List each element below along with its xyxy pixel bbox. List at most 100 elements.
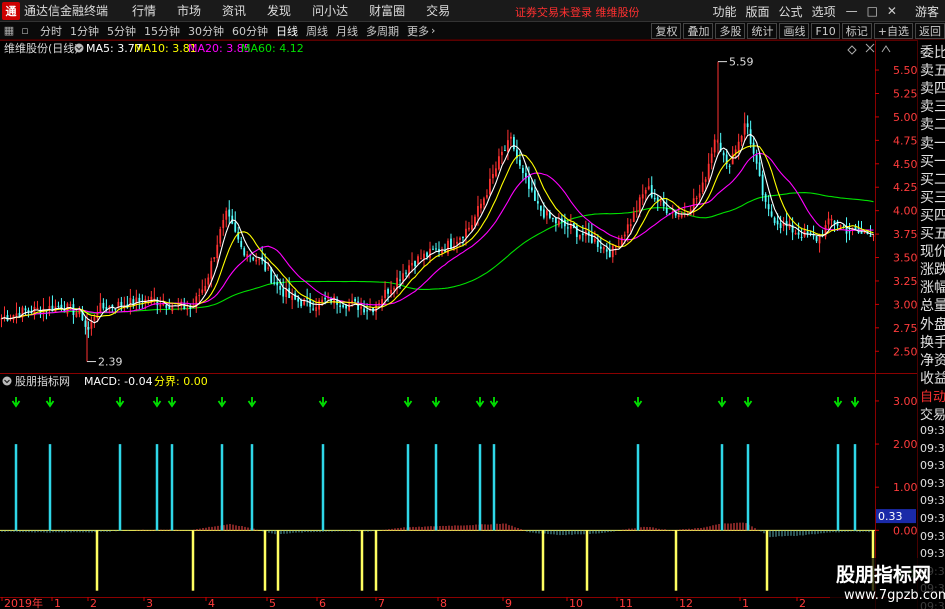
quote-field-label: 卖五 (920, 63, 945, 80)
candle-body (93, 317, 96, 321)
toolbar-button[interactable]: +自选 (873, 23, 913, 39)
square-icon[interactable]: ▫ (18, 24, 32, 37)
diamond-icon[interactable] (847, 45, 857, 55)
menu-right-item[interactable]: 功能 (713, 3, 737, 20)
quote-field-label: 买三 (920, 189, 945, 206)
candle-body (710, 153, 713, 163)
candlesticks (0, 61, 875, 362)
layout-grid-icon[interactable]: ▦ (2, 24, 16, 37)
app-logo-icon: 通 (2, 1, 20, 20)
period-tab[interactable]: 日线 (276, 23, 298, 39)
period-tab[interactable]: 30分钟 (188, 23, 224, 39)
close-icon[interactable]: ✕ (887, 4, 897, 18)
menu-right-item[interactable]: 选项 (812, 3, 836, 20)
guest-label[interactable]: 游客 (915, 3, 939, 20)
candle-body (315, 307, 318, 312)
period-tab[interactable]: 1分钟 (70, 23, 99, 39)
menu-item[interactable]: 发现 (267, 2, 291, 19)
candle-body (387, 289, 389, 294)
candle-body (435, 248, 437, 250)
period-tab[interactable]: 15分钟 (144, 23, 180, 39)
candle-body (566, 227, 569, 229)
candle-body (207, 277, 210, 285)
toolbar-button[interactable]: 叠加 (683, 23, 714, 39)
menu-item[interactable]: 交易 (426, 2, 450, 19)
candle-body (219, 229, 222, 244)
candle-body (273, 282, 276, 284)
period-tab[interactable]: 5分钟 (107, 23, 136, 39)
quote-field-label: 买二 (920, 171, 945, 188)
restore-icon[interactable]: □ (867, 4, 878, 18)
candle-body (581, 233, 584, 236)
period-tab[interactable]: 分时 (40, 23, 62, 39)
indicator-panel (0, 397, 875, 591)
period-toolbar: ▦ ▫ 分时 1分钟 5分钟 15分钟 30分钟 60分钟 日线 周线 月线 多周期 更多 › 复权… (0, 22, 945, 40)
quote-field-label: 涨跌 (920, 262, 945, 279)
candle-body (749, 129, 752, 145)
period-tab[interactable]: 多周期 (366, 23, 399, 39)
indicator-settings-icon[interactable] (2, 376, 12, 386)
candle-body (539, 205, 542, 211)
candle-body (722, 152, 725, 156)
settings-icon[interactable] (74, 43, 84, 53)
buy-arrow-icon (833, 397, 843, 408)
menu-item[interactable]: 行情 (132, 2, 156, 19)
candle-body (423, 253, 425, 259)
period-tab[interactable]: 月线 (336, 23, 358, 39)
candle-body (228, 209, 231, 217)
candle-body (102, 302, 105, 309)
high-price-label: 5.59 (729, 56, 754, 69)
toolbar-button[interactable]: 复权 (651, 23, 682, 39)
candle-body (773, 217, 776, 223)
auto-trade-label[interactable]: 自动 (920, 386, 945, 405)
candle-body (420, 258, 422, 260)
candle-body (644, 190, 647, 194)
login-notice[interactable]: 证券交易未登录 维维股份 (515, 4, 640, 20)
candle-body (357, 301, 359, 310)
trade-time: 09:32 (920, 494, 945, 508)
close-chart-icon[interactable] (865, 43, 875, 53)
indicator-tick-label: 2.00 (893, 438, 917, 451)
candle-body (186, 308, 189, 310)
x-axis-label: 9 (505, 597, 512, 609)
ma10-line (1, 145, 874, 320)
trade-label[interactable]: 交易 (920, 404, 945, 423)
period-tab[interactable]: 周线 (306, 23, 328, 39)
candle-body (471, 225, 473, 230)
candle-body (390, 289, 392, 294)
menu-item[interactable]: 财富圈 (369, 2, 405, 19)
candle-body (545, 210, 548, 216)
buy-arrow-icon (489, 397, 499, 408)
menu-right-item[interactable]: 公式 (779, 3, 803, 20)
menu-item[interactable]: 市场 (177, 2, 201, 19)
minimize-icon[interactable]: — (846, 4, 858, 18)
menu-bar: 通 通达信金融终端 行情 市场 资讯 发现 问小达 财富圈 交易 证券交易未登录 维维股份 … (0, 0, 945, 22)
more-arrow-icon[interactable]: › (431, 24, 435, 37)
candle-body (366, 310, 368, 312)
collapse-icon[interactable] (881, 45, 891, 53)
candle-body (510, 136, 512, 139)
menu-right-item[interactable]: 版面 (746, 3, 770, 20)
main-legend: 维维股份(日线) MA5: 3.77 MA10: 3.81 MA20: 3.85… (4, 41, 304, 55)
chart-area[interactable]: 5.59 2.39 5.50 5.25 5.00 4.75 4.50 4.25 4.00 3.7… (0, 40, 917, 609)
x-axis-label: 3 (146, 597, 153, 609)
price-tick-label: 3.25 (893, 275, 917, 288)
candle-body (96, 312, 99, 319)
toolbar-button[interactable]: 统计 (747, 23, 778, 39)
x-axis-label: 8 (440, 597, 447, 609)
trade-time: 09:32 (920, 476, 945, 490)
menu-item[interactable]: 资讯 (222, 2, 246, 19)
period-tab[interactable]: 60分钟 (232, 23, 268, 39)
toolbar-button[interactable]: 画线 (779, 23, 810, 39)
toolbar-button[interactable]: 返回 (915, 23, 945, 39)
toolbar-button[interactable]: F10 (811, 23, 840, 39)
toolbar-button[interactable]: 标记 (841, 23, 872, 39)
candle-body (213, 257, 216, 259)
candle-body (24, 308, 27, 311)
candle-body (602, 247, 605, 250)
candle-body (872, 235, 875, 237)
candle-body (348, 303, 351, 311)
menu-item[interactable]: 问小达 (312, 2, 348, 19)
toolbar-button[interactable]: 多股 (715, 23, 746, 39)
period-tab[interactable]: 更多 (407, 23, 429, 39)
